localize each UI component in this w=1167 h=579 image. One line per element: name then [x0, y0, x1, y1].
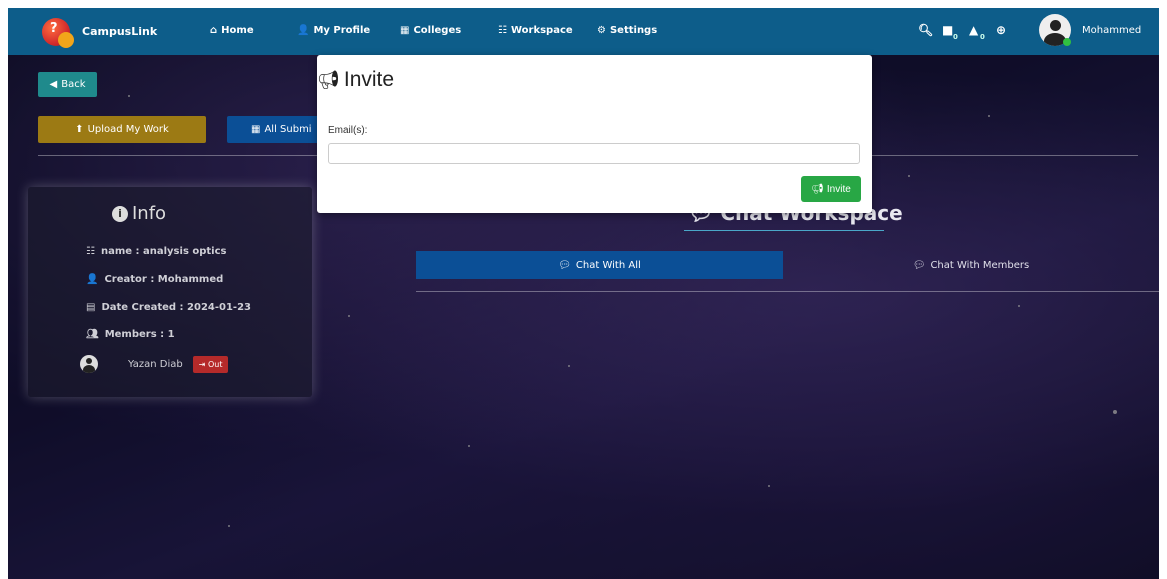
nav-colleges[interactable]: ▦ Colleges — [400, 25, 461, 36]
upload-work-button[interactable]: ⬆ Upload My Work — [38, 116, 206, 143]
email-label: Email(s): — [328, 125, 368, 136]
invite-modal: 📢︎ Invite Email(s): 📢︎ Invite — [317, 55, 872, 213]
tab-chat-with-members[interactable]: 💬︎ Chat With Members — [783, 251, 1159, 279]
home-icon: ⌂ — [210, 25, 218, 36]
nav-settings-label: Settings — [609, 25, 658, 36]
creator: Creator : Mohammed — [104, 274, 224, 285]
bullhorn-icon: 📢︎ — [317, 69, 340, 90]
comments-icon: 💬︎ — [912, 259, 926, 271]
chat-panel: 💬︎ Chat Workspace 💬︎ Chat With All 💬︎ Ch… — [416, 193, 1159, 579]
date-created: Date Created : 2024-01-23 — [101, 302, 251, 313]
info-title-text: Info — [132, 203, 167, 224]
workspace-name: name : analysis optics — [100, 246, 227, 257]
nav-my-profile[interactable]: 👤 My Profile — [297, 25, 370, 36]
info-title: i Info — [112, 203, 166, 224]
nav-home-label: Home — [221, 25, 254, 36]
chat-title-underline — [684, 230, 884, 231]
brand-logo-icon: ? — [42, 17, 74, 48]
online-status-dot — [1063, 38, 1071, 46]
modal-title-text: Invite — [343, 68, 395, 91]
date-created-row: ▤ Date Created : 2024-01-23 — [86, 302, 251, 313]
user-edit-icon: 👤 — [86, 274, 99, 285]
tab-chat-with-members-label: Chat With Members — [930, 259, 1030, 271]
bullhorn-icon: 📢︎ — [811, 183, 824, 195]
arrow-left-icon: ◀ — [49, 79, 58, 90]
workspace-name-row: ☷ name : analysis optics — [86, 246, 227, 257]
info-card: i Info ☷ name : analysis optics 👤 Creato… — [28, 187, 312, 397]
user-icon: 👤 — [297, 25, 310, 36]
back-button-label: Back — [61, 79, 86, 90]
upload-icon: ⬆ — [75, 124, 84, 135]
bell-icon[interactable]: ▲ — [969, 23, 978, 37]
nav-workspace[interactable]: ☷ Workspace — [498, 25, 573, 36]
members-count: Members : 1 — [104, 329, 175, 340]
remove-member-button[interactable]: ⇥ Out — [192, 355, 229, 373]
email-input[interactable] — [328, 143, 860, 164]
upload-work-label: Upload My Work — [87, 124, 169, 135]
nav-settings[interactable]: ⚙ Settings — [597, 25, 657, 36]
tab-chat-with-all[interactable]: 💬︎ Chat With All — [416, 251, 783, 279]
brand[interactable]: ? CampusLink — [42, 17, 158, 48]
building-icon: ▦ — [400, 25, 410, 36]
info-circle-icon: i — [112, 205, 128, 222]
sitemap-icon: ☷ — [86, 246, 95, 257]
remove-member-label: Out — [207, 359, 223, 369]
modal-title: 📢︎ Invite — [317, 68, 394, 92]
top-navbar: ? CampusLink ⌂ Home 👤 My Profile ▦ Colle… — [8, 8, 1159, 55]
sign-out-icon: ⇥ — [198, 359, 206, 369]
comments-icon: 💬︎ — [558, 259, 571, 271]
creator-row: 👤 Creator : Mohammed — [86, 274, 223, 285]
users-icon: 👥︎ — [86, 329, 99, 340]
search-icon[interactable]: 🔍︎ — [918, 23, 933, 37]
brand-name: CampusLink — [82, 25, 158, 38]
nav-colleges-label: Colleges — [413, 25, 462, 36]
member-name: Yazan Diab — [128, 358, 183, 370]
members-row: 👥︎ Members : 1 — [86, 329, 175, 340]
calendar-icon: ▤ — [86, 302, 96, 313]
all-submissions-label: All Submi — [264, 124, 312, 135]
nav-workspace-label: Workspace — [510, 25, 573, 36]
back-button[interactable]: ◀ Back — [38, 72, 97, 97]
sitemap-icon: ☷ — [498, 25, 507, 36]
invite-button-label: Invite — [826, 183, 851, 195]
nav-home[interactable]: ⌂ Home — [210, 25, 254, 36]
messages-count: 0 — [953, 33, 958, 41]
globe-icon[interactable]: ⊕ — [996, 23, 1006, 37]
member-item: Yazan Diab ⇥ Out — [80, 355, 229, 373]
user-name[interactable]: Mohammed — [1082, 25, 1141, 36]
messages-icon[interactable]: ■ — [942, 23, 953, 37]
cogs-icon: ⚙ — [597, 25, 606, 36]
tab-chat-with-all-label: Chat With All — [575, 259, 641, 271]
chat-divider — [416, 291, 1159, 292]
member-avatar — [80, 355, 98, 373]
nav-my-profile-label: My Profile — [313, 25, 371, 36]
table-icon: ▦ — [251, 124, 261, 135]
notifications-count: 0 — [980, 33, 985, 41]
invite-button[interactable]: 📢︎ Invite — [801, 176, 861, 202]
